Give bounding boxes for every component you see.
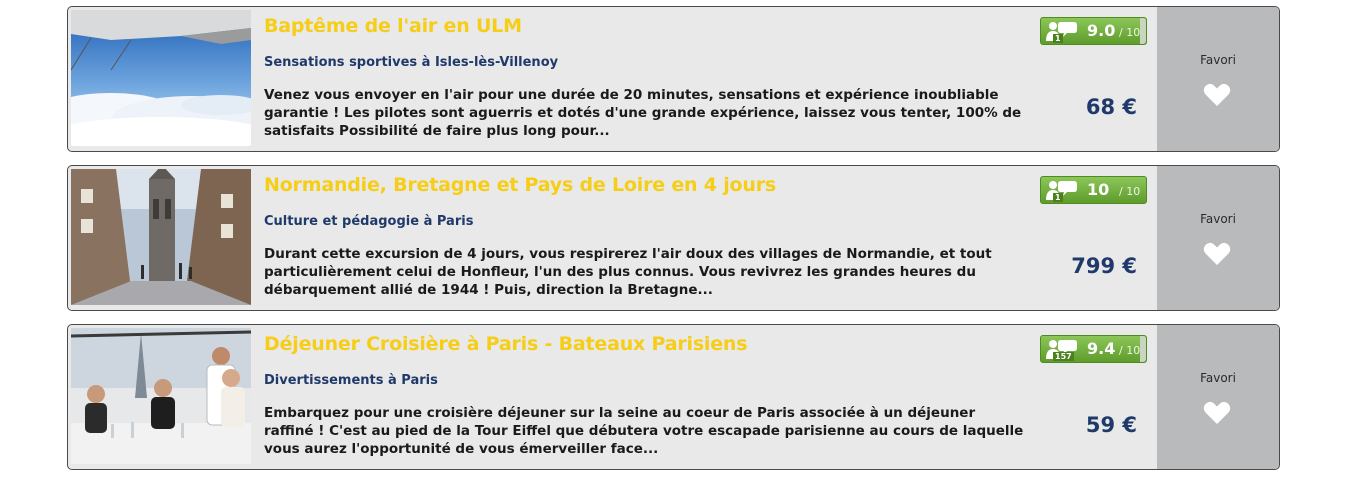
listing-price: 68 € xyxy=(1085,95,1137,119)
ulm-sky-clouds-photo xyxy=(71,10,251,146)
listing-title[interactable]: Normandie, Bretagne et Pays de Loire en … xyxy=(264,174,776,196)
review-count: 157 xyxy=(1053,352,1074,361)
listing-card[interactable]: Normandie, Bretagne et Pays de Loire en … xyxy=(67,165,1280,311)
rating-scale: / 10 xyxy=(1119,26,1141,39)
listing-title[interactable]: Baptême de l'air en ULM xyxy=(264,15,522,37)
listing-category: Sensations sportives à Isles-lès-Villeno… xyxy=(264,55,559,70)
seine-cruise-lunch-photo xyxy=(71,328,251,464)
listing-price: 799 € xyxy=(1071,254,1137,278)
listing-price: 59 € xyxy=(1085,413,1137,437)
rating-scale: / 10 xyxy=(1119,185,1141,198)
rating-badge: 1 9.0 / 10 xyxy=(1040,17,1147,45)
listing-image[interactable] xyxy=(71,169,251,305)
listing-image[interactable] xyxy=(71,328,251,464)
rating-badge: 1 10 / 10 xyxy=(1040,176,1147,204)
listing-description: Durant cette excursion de 4 jours, vous … xyxy=(264,246,992,298)
review-count: 1 xyxy=(1053,34,1063,43)
listing-card[interactable]: Baptême de l'air en ULM Sensations sport… xyxy=(67,6,1280,152)
heart-icon[interactable] xyxy=(1203,242,1231,266)
review-count: 1 xyxy=(1053,193,1063,202)
listing-description: Venez vous envoyer en l'air pour une dur… xyxy=(264,87,1022,139)
favorite-label: Favori xyxy=(1200,212,1236,226)
rating-scale: / 10 xyxy=(1119,344,1141,357)
heart-icon[interactable] xyxy=(1203,83,1231,107)
favorite-button[interactable]: Favori xyxy=(1157,325,1279,469)
favorite-button[interactable]: Favori xyxy=(1157,166,1279,310)
listing-description: Embarquez pour une croisière déjeuner su… xyxy=(264,405,1024,457)
heart-icon[interactable] xyxy=(1203,401,1231,425)
listing-title[interactable]: Déjeuner Croisière à Paris - Bateaux Par… xyxy=(264,333,748,355)
listing-category: Divertissements à Paris xyxy=(264,373,438,388)
rating-badge-edge xyxy=(1140,336,1146,362)
listing-card[interactable]: Déjeuner Croisière à Paris - Bateaux Par… xyxy=(67,324,1280,470)
listing-category: Culture et pédagogie à Paris xyxy=(264,214,474,229)
rating-badge-edge xyxy=(1140,18,1146,44)
favorite-label: Favori xyxy=(1200,371,1236,385)
listing-image[interactable] xyxy=(71,10,251,146)
favorite-button[interactable]: Favori xyxy=(1157,7,1279,151)
rating-score: 10 xyxy=(1087,180,1110,199)
normandy-street-cathedral-photo xyxy=(71,169,251,305)
rating-score: 9.4 xyxy=(1087,339,1116,358)
favorite-label: Favori xyxy=(1200,53,1236,67)
rating-score: 9.0 xyxy=(1087,21,1116,40)
rating-badge: 157 9.4 / 10 xyxy=(1040,335,1147,363)
